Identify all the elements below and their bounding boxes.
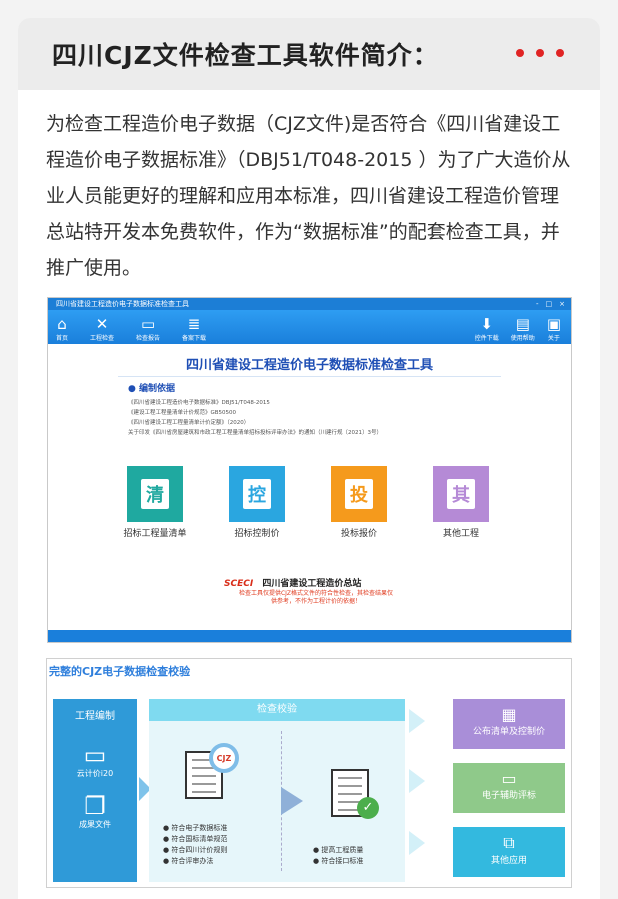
toolbar-check[interactable]: ✕ 工程检查	[90, 315, 114, 342]
intro-text: 为检查工程造价电子数据（CJZ文件)是否符合《四川省建设工程造价电子数据标准》（…	[46, 113, 571, 279]
toolbar-about[interactable]: ▣ 关于	[547, 315, 561, 342]
card-header: 四川CJZ文件检查工具软件简介：	[18, 18, 600, 90]
check-item: ● 符合四川计价规则	[163, 846, 228, 854]
server-icon: ≣	[187, 315, 201, 333]
tile-label: 其他工程	[442, 529, 479, 539]
output-label: 电子辅助评标	[481, 791, 536, 801]
toolbar-report[interactable]: ▭ 检查报告	[136, 315, 160, 342]
tile-glyph: 投	[345, 479, 373, 509]
app-screenshot: 四川省建设工程造价电子数据标准检查工具 - □ × ⌂ 首页 ✕ 工程检查 ▭ 检查报…	[47, 297, 572, 643]
more-icon[interactable]	[516, 49, 564, 57]
doc-icon: ▤	[515, 315, 530, 333]
check-item: ● 符合电子数据标准	[163, 824, 228, 832]
app-main: 四川省建设工程造价电子数据标准检查工具 ● 编制依据 《四川省建设工程造价电子数…	[48, 344, 571, 631]
output-evaluation[interactable]: ▭ 电子辅助评标	[453, 763, 565, 813]
tile-bill-of-quantities[interactable]: 清 招标工程量清单	[123, 466, 187, 539]
check-item: ● 符合国标清单规范	[163, 835, 228, 843]
arrow-right-icon	[409, 709, 425, 733]
app-window-title: 四川省建设工程造价电子数据标准检查工具	[56, 300, 189, 308]
check-list: ● 符合电子数据标准 ● 符合国标清单规范 ● 符合四川计价规则 ● 符合评审办…	[163, 823, 227, 867]
tile-label: 投标报价	[340, 529, 377, 539]
output-publish[interactable]: ▦ 公布清单及控制价	[453, 699, 565, 749]
output-other[interactable]: ⧉ 其他应用	[453, 827, 565, 877]
toolbar-plugin[interactable]: ⬇ 控件下载	[475, 315, 499, 342]
app-statusbar	[48, 630, 571, 642]
arrow-right-icon	[281, 787, 303, 815]
tile-icon: 其	[433, 466, 489, 522]
basis-item: 《四川省建设工程造价电子数据标准》DBJ51/T048-2015	[128, 400, 270, 406]
basis-section: ● 编制依据 《四川省建设工程造价电子数据标准》DBJ51/T048-2015 …	[128, 384, 382, 438]
divider	[118, 376, 501, 377]
network-icon: ⧉	[503, 833, 515, 852]
tile-bid-quote[interactable]: 投 投标报价	[330, 466, 388, 539]
org-logo: SCECI	[224, 579, 254, 589]
files-icon: ❐	[84, 792, 106, 820]
tile-label: 招标控制价	[234, 529, 280, 539]
monitor-icon: ▭	[83, 741, 107, 769]
toolbar-label: 使用帮助	[510, 335, 535, 342]
basis-item: 《四川省建设工程工程量清单计价定额》（2020）	[128, 420, 250, 426]
flow-check-column: 检查校验 CJZ ● 符合电子数据标准 ● 符合国标清单规范 ● 符合四川计价规…	[149, 699, 405, 882]
tile-glyph: 清	[141, 479, 169, 509]
arrow-right-icon	[409, 769, 425, 793]
magnifier-icon: CJZ	[209, 743, 239, 773]
basis-heading: ● 编制依据	[128, 384, 175, 394]
module-tiles: 清 招标工程量清单 控 招标控制价 投 投标报价 其 其他工程	[123, 466, 490, 539]
flow-title: 完整的CJZ电子数据检查校验	[49, 665, 191, 678]
home-icon: ⌂	[57, 315, 67, 333]
app-toolbar: ⌂ 首页 ✕ 工程检查 ▭ 检查报告 ≣ 备案下载 ⬇ 控件下载 ▤ 使用帮助 ▣ 关于	[48, 310, 571, 344]
tile-label: 招标工程量清单	[123, 529, 187, 539]
toolbar-download[interactable]: ≣ 备案下载	[182, 315, 206, 342]
cjz-badge: CJZ	[216, 753, 232, 763]
flow-source-label: 成果文件	[79, 820, 111, 829]
page-title: 四川CJZ文件检查工具软件简介：	[52, 41, 439, 70]
minimize-icon[interactable]: -	[536, 298, 539, 310]
close-icon[interactable]: ×	[559, 298, 565, 310]
info-icon: ▣	[546, 315, 561, 333]
flow-check-heading: 检查校验	[149, 699, 405, 721]
checkmark-icon: ✓	[357, 797, 379, 819]
toolbar-home[interactable]: ⌂ 首页	[56, 315, 68, 342]
arrow-right-icon	[409, 831, 425, 855]
toolbar-label: 检查报告	[136, 335, 161, 342]
basis-item: 《建设工程工程量清单计价规范》GB50500	[128, 410, 237, 416]
org-line: SCECI 四川省建设工程造价总站	[224, 576, 361, 589]
tile-icon: 投	[331, 466, 387, 522]
toolbar-label: 控件下载	[474, 335, 499, 342]
tools-icon: ✕	[95, 315, 109, 333]
tile-icon: 控	[229, 466, 285, 522]
result-item: ● 符合接口标准	[313, 857, 364, 865]
tile-other-project[interactable]: 其 其他工程	[432, 466, 490, 539]
flow-source-label: 云计价i20	[76, 769, 114, 778]
tile-glyph: 其	[447, 479, 475, 509]
org-name: 四川省建设工程造价总站	[262, 579, 362, 589]
app-titlebar: 四川省建设工程造价电子数据标准检查工具 - □ ×	[48, 298, 571, 310]
basis-item: 关于印发《四川省房屋建筑和市政工程工程量清单招标投标评审办法》的通知（川建行规〔…	[128, 430, 382, 436]
maximize-icon[interactable]: □	[546, 298, 553, 310]
tile-glyph: 控	[243, 479, 271, 509]
toolbar-label: 关于	[547, 335, 560, 342]
tile-icon: 清	[127, 466, 183, 522]
monitor-icon: ▭	[140, 315, 156, 333]
output-label: 其他应用	[490, 856, 527, 866]
app-main-title: 四川省建设工程造价电子数据标准检查工具	[185, 358, 433, 373]
flow-source-column: 工程编制 ▭ 云计价i20 ❐ 成果文件	[53, 699, 137, 882]
building-icon: ▦	[501, 705, 517, 724]
toolbar-help[interactable]: ▤ 使用帮助	[511, 315, 535, 342]
tile-control-price[interactable]: 控 招标控制价	[228, 466, 286, 539]
result-item: ● 提高工程质量	[313, 846, 364, 854]
download-icon: ⬇	[480, 315, 494, 333]
output-label: 公布清单及控制价	[472, 727, 545, 737]
flow-diagram: 完整的CJZ电子数据检查校验 工程编制 ▭ 云计价i20 ❐ 成果文件 检查校验…	[46, 658, 572, 888]
toolbar-label: 首页	[56, 335, 69, 342]
screen-icon: ▭	[501, 769, 517, 788]
flow-source-heading: 工程编制	[75, 711, 115, 722]
notice-text: 检查工具仅提供CJZ格式文件的符合性检查，其检查结果仅供参考，不作为工程计价的依…	[238, 590, 394, 605]
check-item: ● 符合评审办法	[163, 857, 214, 865]
toolbar-label: 工程检查	[90, 335, 115, 342]
intro-card: 四川CJZ文件检查工具软件简介： 为检查工程造价电子数据（CJZ文件)是否符合《…	[18, 18, 600, 899]
toolbar-label: 备案下载	[182, 335, 207, 342]
result-list: ● 提高工程质量 ● 符合接口标准	[313, 845, 363, 867]
